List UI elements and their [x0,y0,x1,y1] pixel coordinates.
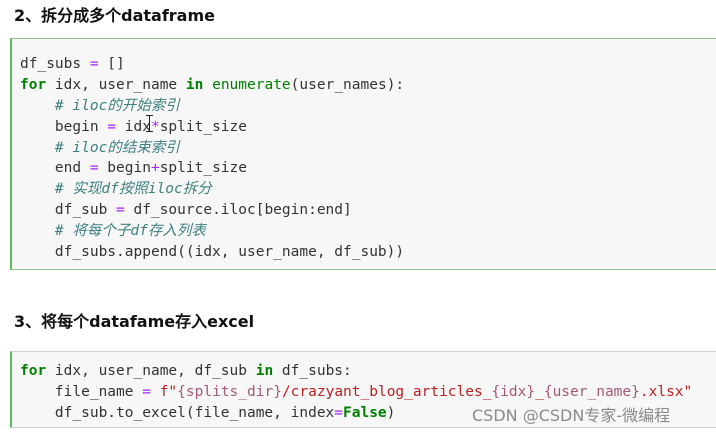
code-line: df_subs = [] [20,54,404,75]
code-text: df_subs: [273,363,352,379]
code-keyword: in [185,76,204,93]
code-comment: # iloc的开始索引 [54,97,180,114]
code-operator: = [142,383,151,400]
code-string: _ [535,383,544,400]
code-line: # iloc的开始索引 [20,96,404,117]
code-line: file_name = f"{splits_dir}/crazyant_blog… [20,382,692,403]
code-interpolation: {user_name} [543,383,640,400]
code-operator: = [89,56,99,72]
code-operator: + [150,160,160,177]
code-builtin: enumerate [212,76,291,93]
code-text: split_size [159,160,248,177]
section-heading-split-dataframe: 2、拆分成多个dataframe [14,6,216,25]
code-line: df_subs.append((idx, user_name, df_sub)) [20,242,404,263]
code-cell-split[interactable]: df_subs = [] for idx, user_name in enumer… [10,38,716,270]
code-text: ) [386,404,396,421]
code-text: df_source.iloc[begin:end] [124,202,352,219]
code-line: begin = idx*split_size [20,117,404,138]
code-block: df_subs = [] for idx, user_name in enumer… [20,54,404,263]
code-line: df_sub = df_source.iloc[begin:end] [20,200,404,221]
code-constant: False [343,404,387,421]
code-text: file_name [54,383,143,400]
code-comment: # 实现df按照iloc拆分 [54,181,212,198]
code-operator: = [116,202,125,219]
code-text: begin [54,118,108,135]
code-text: (user_names): [290,76,405,93]
code-interpolation: {splits_dir} [177,383,282,400]
code-string: f" [159,383,178,400]
code-line: # 将每个子df存入列表 [20,221,404,242]
code-interpolation: {idx} [491,383,536,400]
code-keyword: for [20,76,47,93]
code-operator: = [334,404,344,421]
code-text: df_sub.to_excel(file_name, index [54,404,335,421]
section-heading-save-excel: 3、将每个datafame存入excel [14,312,255,331]
code-string: .xlsx" [639,383,693,400]
code-text: idx, user_name [46,76,186,93]
code-keyword: in [255,363,274,379]
text-cursor-icon [145,115,154,132]
code-text: df_subs.append((idx, user_name, df_sub)) [54,244,405,261]
code-comment: # 将每个子df存入列表 [54,223,206,240]
code-string: /crazyant_blog_articles_ [281,383,492,400]
code-comment: # iloc的结束索引 [54,139,180,156]
code-line: # 实现df按照iloc拆分 [20,179,404,200]
code-operator: = [89,160,99,177]
code-text: split_size [159,118,248,135]
code-line: for idx, user_name, df_sub in df_subs: [20,361,692,382]
code-text: [] [98,56,125,72]
code-line: # iloc的结束索引 [20,138,404,159]
code-line: for idx, user_name in enumerate(user_nam… [20,75,404,96]
code-keyword: for [20,363,47,379]
code-text: begin [98,160,151,177]
code-text: idx, user_name, df_sub [46,363,256,379]
code-text: end [54,160,90,177]
code-line: end = begin+split_size [20,158,404,179]
code-text: df_subs [20,56,90,72]
code-text: df_sub [54,202,117,219]
code-operator: = [107,118,117,135]
watermark: CSDN @CSDN专家-微编程 [472,406,671,425]
